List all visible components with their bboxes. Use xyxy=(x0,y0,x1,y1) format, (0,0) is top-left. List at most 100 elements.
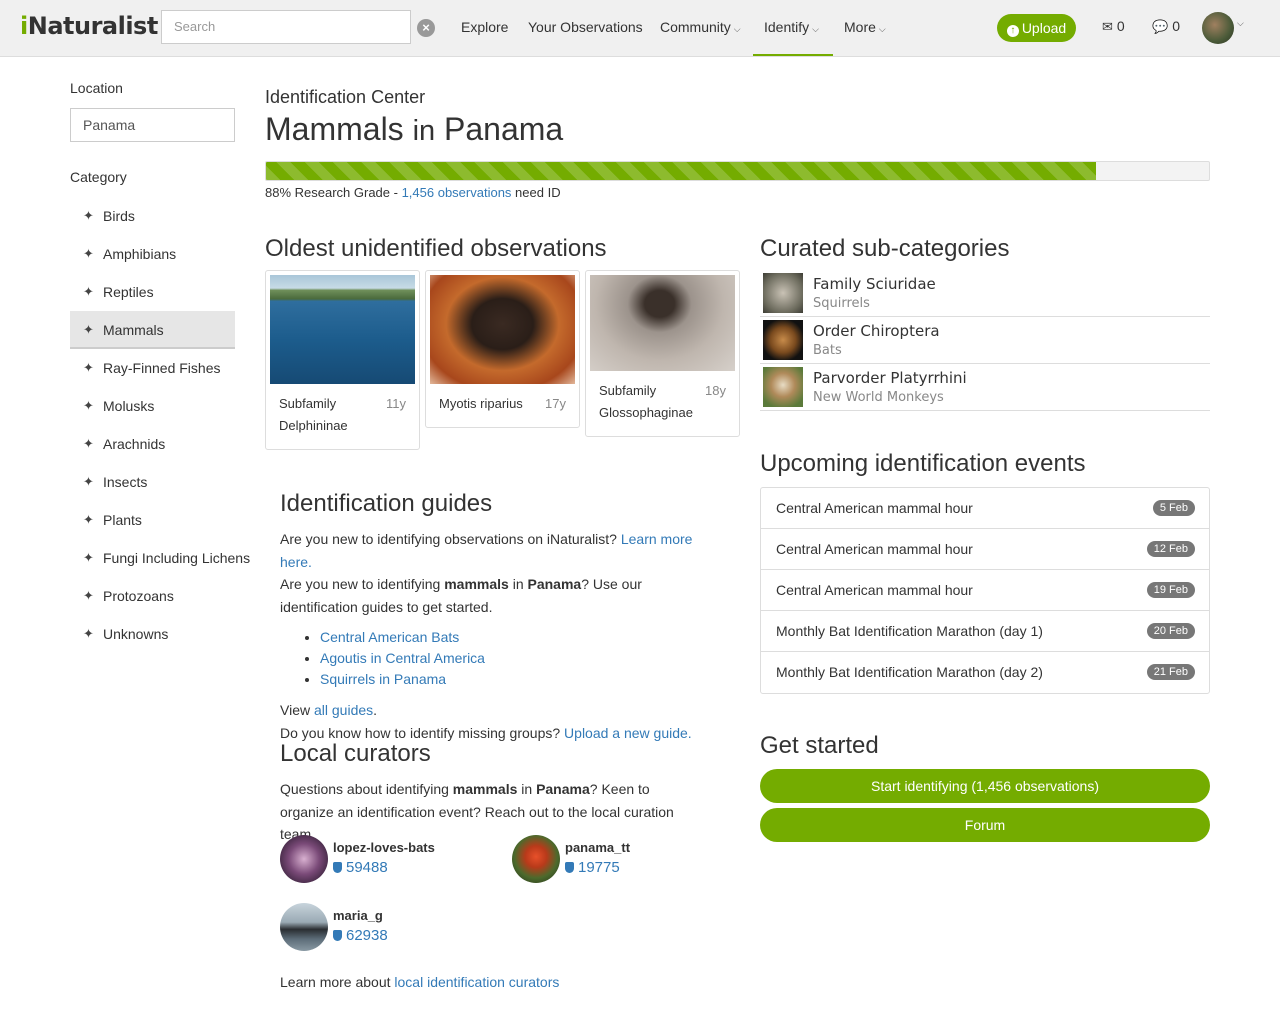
curator-login[interactable]: lopez-loves-bats xyxy=(333,840,435,855)
start-identifying-button[interactable]: Start identifying (1,456 observations) xyxy=(760,769,1210,803)
view-end: . xyxy=(373,702,378,718)
curator-card[interactable]: lopez-loves-bats 59488 xyxy=(280,835,500,885)
guide-link[interactable]: Squirrels in Panama xyxy=(320,671,446,687)
subcategory-row[interactable]: Family Sciuridae Squirrels xyxy=(760,270,1210,317)
subcategory-thumbnail xyxy=(763,273,803,313)
observation-photo[interactable] xyxy=(590,275,735,371)
forum-button[interactable]: Forum xyxy=(760,808,1210,842)
guide-link[interactable]: Central American Bats xyxy=(320,629,459,645)
location-label: Location xyxy=(70,80,123,96)
messages-count: 0 xyxy=(1116,18,1125,34)
all-guides-link[interactable]: all guides xyxy=(314,702,373,718)
event-date-badge: 5 Feb xyxy=(1152,500,1195,516)
category-item-molusks[interactable]: ✦ Molusks xyxy=(70,387,235,425)
category-item-fungi[interactable]: ✦ Fungi Including Lichens xyxy=(70,539,250,577)
category-item-reptiles[interactable]: ✦ Reptiles xyxy=(70,273,235,311)
subcategory-common-name: Bats xyxy=(813,343,842,358)
category-label: Protozoans xyxy=(103,588,174,604)
observation-photo[interactable] xyxy=(270,275,415,384)
guides-line2-b: in xyxy=(508,576,528,592)
curator-login[interactable]: panama_tt xyxy=(565,840,630,855)
curator-card[interactable]: panama_tt 19775 xyxy=(512,835,732,885)
curators-place: Panama xyxy=(536,781,590,797)
guide-list-item: Central American Bats xyxy=(320,627,710,648)
curator-id-count[interactable]: 19775 xyxy=(565,859,620,876)
upload-button[interactable]: ↑ Upload xyxy=(997,14,1076,42)
nav-community[interactable]: Community ⌵ xyxy=(660,0,741,56)
category-label: Birds xyxy=(103,208,135,224)
event-item[interactable]: Central American mammal hour 5 Feb xyxy=(761,488,1209,529)
nav-explore[interactable]: Explore xyxy=(461,0,508,56)
category-item-mammals[interactable]: ✦ Mammals xyxy=(70,311,235,349)
curators-info-link[interactable]: local identification curators xyxy=(394,974,559,990)
category-item-ray-finned-fishes[interactable]: ✦ Ray-Finned Fishes xyxy=(70,349,235,387)
notifications-button[interactable]: 💬 0 xyxy=(1152,18,1180,35)
plant-icon: ✦ xyxy=(83,512,94,527)
notifications-count: 0 xyxy=(1172,18,1180,34)
curator-id-count[interactable]: 62938 xyxy=(333,927,388,944)
chevron-down-icon[interactable]: ⌵ xyxy=(1237,18,1244,29)
category-label: Mammals xyxy=(103,322,164,338)
observation-age: 11y xyxy=(386,396,406,411)
needs-id-link[interactable]: 1,456 observations xyxy=(402,185,512,200)
subcategory-row[interactable]: Order Chiroptera Bats xyxy=(760,317,1210,364)
upload-label: Upload xyxy=(1021,20,1067,36)
curator-card[interactable]: maria_g 62938 xyxy=(280,903,500,953)
category-label: Insects xyxy=(103,474,148,490)
category-item-plants[interactable]: ✦ Plants xyxy=(70,501,235,539)
category-item-amphibians[interactable]: ✦ Amphibians xyxy=(70,235,235,273)
spider-icon: ✦ xyxy=(83,436,94,451)
title-taxon: Mammals xyxy=(265,111,404,147)
speech-bubble-icon: 💬 xyxy=(1152,19,1169,34)
messages-button[interactable]: ✉ 0 xyxy=(1102,18,1125,35)
nav-more[interactable]: More ⌵ xyxy=(844,0,886,56)
observation-card[interactable]: Subfamily Glossophaginae 18y xyxy=(585,270,740,437)
event-name: Monthly Bat Identification Marathon (day… xyxy=(776,623,1043,639)
category-item-arachnids[interactable]: ✦ Arachnids xyxy=(70,425,235,463)
observation-age: 18y xyxy=(705,383,726,398)
category-item-unknowns[interactable]: ✦ Unknowns xyxy=(70,615,235,653)
location-input[interactable]: Panama xyxy=(70,108,235,142)
event-date-badge: 20 Feb xyxy=(1146,623,1195,639)
category-item-birds[interactable]: ✦ Birds xyxy=(70,197,235,235)
subcategory-row[interactable]: Parvorder Platyrrhini New World Monkeys xyxy=(760,364,1210,411)
snail-icon: ✦ xyxy=(83,398,94,413)
nav-identify[interactable]: Identify ⌵ xyxy=(753,0,833,56)
curator-login[interactable]: maria_g xyxy=(333,908,383,923)
search-input[interactable]: Search xyxy=(161,10,411,44)
category-item-insects[interactable]: ✦ Insects xyxy=(70,463,235,501)
event-name: Central American mammal hour xyxy=(776,500,973,516)
subcategory-name[interactable]: Family Sciuridae xyxy=(813,275,936,293)
observation-card[interactable]: Myotis riparius 17y xyxy=(425,270,580,428)
avatar[interactable] xyxy=(512,835,560,883)
curated-subcategories-heading: Curated sub-categories xyxy=(760,235,1010,262)
clear-search-icon[interactable]: × xyxy=(417,19,435,37)
avatar[interactable] xyxy=(280,835,328,883)
guide-link[interactable]: Agoutis in Central America xyxy=(320,650,485,666)
nav-community-label: Community xyxy=(660,19,731,35)
observation-photo[interactable] xyxy=(430,275,575,384)
event-item[interactable]: Central American mammal hour 19 Feb xyxy=(761,570,1209,611)
count-value: 59488 xyxy=(346,859,388,876)
progress-summary: 88% Research Grade - 1,456 observations … xyxy=(265,185,561,200)
progress-fill xyxy=(266,162,1096,180)
user-avatar[interactable] xyxy=(1202,12,1234,44)
shield-icon xyxy=(333,930,342,941)
upload-guide-link[interactable]: Upload a new guide. xyxy=(564,725,692,741)
identification-center: Identification Center Mammals in Panama … xyxy=(265,80,1210,990)
event-item[interactable]: Central American mammal hour 12 Feb xyxy=(761,529,1209,570)
subcategory-thumbnail xyxy=(763,367,803,407)
avatar[interactable] xyxy=(280,903,328,951)
event-item[interactable]: Monthly Bat Identification Marathon (day… xyxy=(761,652,1209,693)
research-grade-progress-bar xyxy=(265,161,1210,181)
curator-id-count[interactable]: 59488 xyxy=(333,859,388,876)
subcategory-name[interactable]: Parvorder Platyrrhini xyxy=(813,369,967,387)
inaturalist-logo[interactable]: iNaturalist xyxy=(20,12,158,40)
category-label: Reptiles xyxy=(103,284,154,300)
observation-card[interactable]: Subfamily Delphininae 11y xyxy=(265,270,420,450)
subcategory-name[interactable]: Order Chiroptera xyxy=(813,322,940,340)
envelope-icon: ✉ xyxy=(1102,19,1113,34)
category-item-protozoans[interactable]: ✦ Protozoans xyxy=(70,577,235,615)
event-item[interactable]: Monthly Bat Identification Marathon (day… xyxy=(761,611,1209,652)
nav-your-observations[interactable]: Your Observations xyxy=(528,0,643,56)
